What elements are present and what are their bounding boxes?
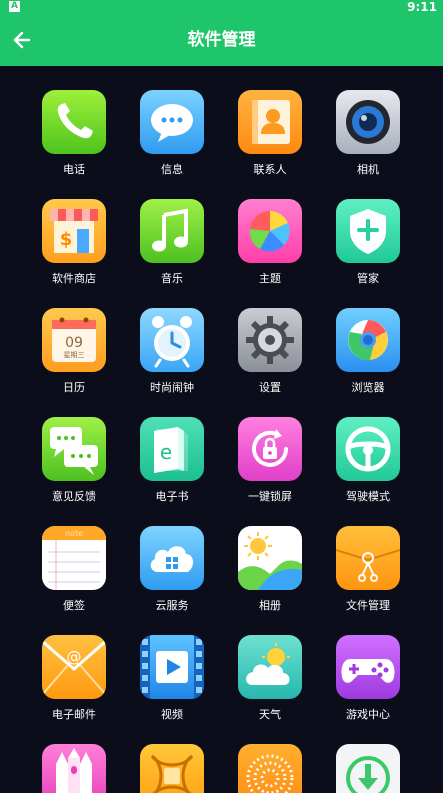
lock-screen-icon xyxy=(238,417,302,481)
calendar-day: 09 xyxy=(65,335,83,351)
app-tile-email[interactable]: @ 电子邮件 xyxy=(24,611,124,721)
app-tile-dotted-circle[interactable] xyxy=(220,720,320,793)
arrow-left-icon xyxy=(13,31,31,49)
theme-icon xyxy=(238,199,302,263)
app-tile-browser[interactable]: 浏览器 xyxy=(318,284,418,394)
cloud-service-icon xyxy=(140,526,204,590)
alarm-clock-icon xyxy=(140,308,204,372)
camera-icon xyxy=(336,90,400,154)
status-a-icon: A xyxy=(9,1,20,12)
ebook-icon: e xyxy=(140,417,204,481)
contacts-icon xyxy=(238,90,302,154)
download-icon xyxy=(336,744,400,793)
shield-icon xyxy=(336,199,400,263)
file-manager-icon xyxy=(336,526,400,590)
app-tile-phone[interactable]: 电话 xyxy=(24,66,124,176)
chip-icon xyxy=(140,744,204,793)
steering-wheel-icon xyxy=(336,417,400,481)
gamepad-icon xyxy=(336,635,400,699)
page-title: 软件管理 xyxy=(187,30,256,50)
app-tile-download[interactable] xyxy=(318,720,418,793)
note-header: note xyxy=(65,529,83,538)
app-tile-files[interactable]: 文件管理 xyxy=(318,502,418,612)
app-tile-contacts[interactable]: 联系人 xyxy=(220,66,320,176)
email-icon: @ xyxy=(42,635,106,699)
app-tile-store[interactable]: $ 软件商店 xyxy=(24,175,124,285)
phone-icon xyxy=(42,90,106,154)
svg-text:e: e xyxy=(160,440,172,464)
weather-icon xyxy=(238,635,302,699)
app-tile-theme[interactable]: 主题 xyxy=(220,175,320,285)
app-tile-camera[interactable]: 相机 xyxy=(318,66,418,176)
music-icon xyxy=(140,199,204,263)
back-button[interactable] xyxy=(8,26,36,54)
app-tile-chip[interactable] xyxy=(122,720,222,793)
app-tile-game-center[interactable]: 游戏中心 xyxy=(318,611,418,721)
app-tile-manager[interactable]: 管家 xyxy=(318,175,418,285)
gallery-icon xyxy=(238,526,302,590)
app-tile-feedback[interactable]: 意见反馈 xyxy=(24,393,124,503)
calendar-icon: 09 星期三 xyxy=(42,308,106,372)
app-tile-driving[interactable]: 驾驶模式 xyxy=(318,393,418,503)
message-icon xyxy=(140,90,204,154)
dotted-circle-icon xyxy=(238,744,302,793)
svg-text:$: $ xyxy=(60,229,73,250)
gear-icon xyxy=(238,308,302,372)
app-tile-cloud[interactable]: 云服务 xyxy=(122,502,222,612)
app-tile-settings[interactable]: 设置 xyxy=(220,284,320,394)
store-icon: $ xyxy=(42,199,106,263)
app-tile-castle[interactable] xyxy=(24,720,124,793)
app-tile-gallery[interactable]: 相册 xyxy=(220,502,320,612)
feedback-icon xyxy=(42,417,106,481)
svg-text:@: @ xyxy=(67,648,82,666)
app-tile-music[interactable]: 音乐 xyxy=(122,175,222,285)
screen: A 9:11 软件管理 电话 信息 联系人 相机 $ 软件商店 音乐 主题 管家… xyxy=(0,0,443,793)
app-tile-calendar[interactable]: 09 星期三 日历 xyxy=(24,284,124,394)
calendar-weekday: 星期三 xyxy=(64,351,85,359)
app-tile-alarm[interactable]: 时尚闹钟 xyxy=(122,284,222,394)
browser-icon xyxy=(336,308,400,372)
app-bar: 软件管理 xyxy=(0,14,443,66)
castle-icon xyxy=(42,744,106,793)
app-tile-message[interactable]: 信息 xyxy=(122,66,222,176)
app-tile-ebook[interactable]: e 电子书 xyxy=(122,393,222,503)
status-bar: A 9:11 xyxy=(0,0,443,14)
note-icon: note xyxy=(42,526,106,590)
video-icon xyxy=(140,635,204,699)
app-tile-video[interactable]: 视频 xyxy=(122,611,222,721)
app-tile-note[interactable]: note 便签 xyxy=(24,502,124,612)
status-time: 9:11 xyxy=(407,0,437,14)
app-tile-weather[interactable]: 天气 xyxy=(220,611,320,721)
app-tile-lock-screen[interactable]: 一键锁屏 xyxy=(220,393,320,503)
app-grid: 电话 信息 联系人 相机 $ 软件商店 音乐 主题 管家 09 星期三 日历 时… xyxy=(0,66,443,793)
